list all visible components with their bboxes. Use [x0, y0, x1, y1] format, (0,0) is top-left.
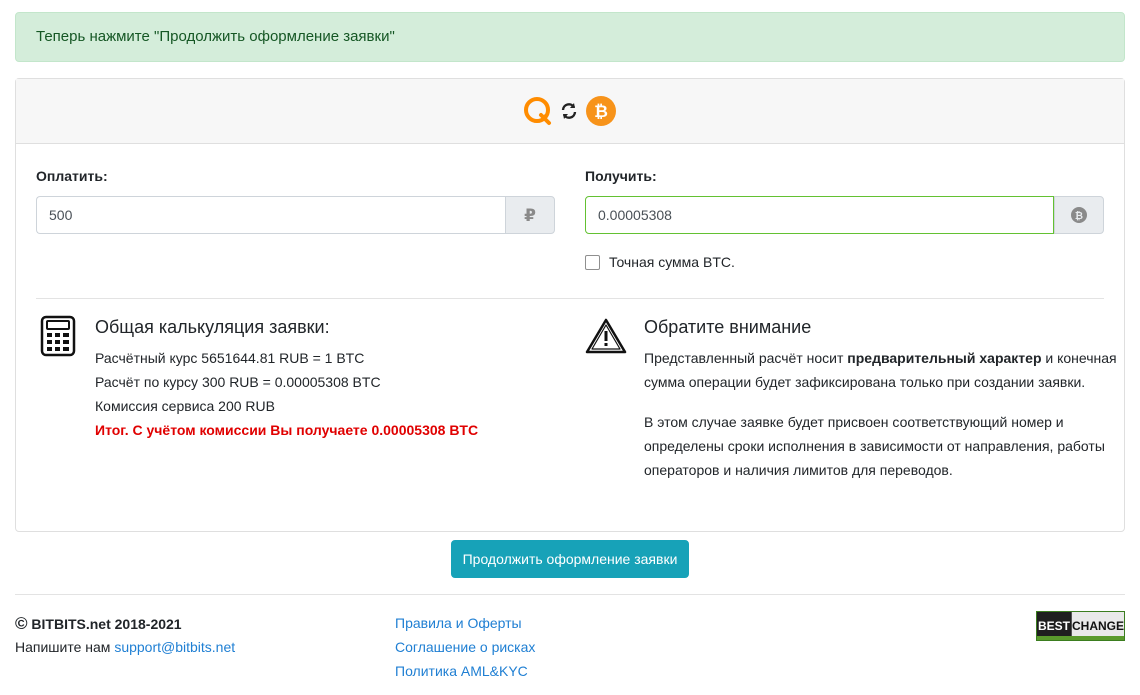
support-email-link[interactable]: support@bitbits.net [114, 639, 235, 655]
notice-p1-start: Представленный расчёт носит [644, 350, 848, 366]
write-us-label: Напишите нам [15, 639, 115, 655]
pay-input-group: ₽ [36, 196, 555, 234]
notice-p1-end: и конечная [1041, 350, 1117, 366]
qiwi-icon [523, 96, 553, 126]
calc-commission: Комиссия сервиса 200 RUB [95, 398, 275, 414]
notice-p1-line1: Представленный расчёт носит предваритель… [644, 350, 1117, 366]
bitcoin-addon-icon: ₿ [1054, 196, 1104, 234]
aml-kyc-link[interactable]: Политика AML&KYC [395, 663, 528, 679]
exact-amount-row[interactable]: Точная сумма BTC. [585, 254, 735, 270]
copyright-symbol: © [15, 614, 28, 633]
ruble-icon: ₽ [505, 196, 555, 234]
section-divider [36, 298, 1104, 299]
bestchange-strip [1037, 636, 1124, 640]
svg-text:₿: ₿ [594, 102, 608, 122]
bestchange-badge[interactable]: BEST CHANGE [1036, 611, 1125, 641]
write-us: Напишите нам support@bitbits.net [15, 639, 235, 655]
notice-title: Обратите внимание [644, 317, 812, 337]
notice-p1-line2: сумма операции будет зафиксирована тольк… [644, 374, 1086, 390]
calc-total: Итог. С учётом комиссии Вы получаете 0.0… [95, 422, 479, 438]
warning-icon [584, 317, 628, 358]
exact-amount-checkbox[interactable] [585, 254, 600, 270]
notice-p2-line2: определены сроки исполнения в зависимост… [644, 438, 1105, 454]
calculator-icon [40, 315, 76, 360]
refresh-icon[interactable] [559, 101, 579, 121]
copyright: © BITBITS.net 2018-2021 [15, 614, 182, 634]
success-alert: Теперь нажмите "Продолжить оформление за… [15, 12, 1125, 62]
calc-rate: Расчётный курс 5651644.81 RUB = 1 BTC [95, 350, 365, 366]
direction-header: ₿ [16, 79, 1124, 144]
notice-p1-bold: предварительный характер [847, 350, 1042, 366]
receive-amount-input[interactable] [585, 196, 1054, 234]
notice-p2-line1: В этом случае заявке будет присвоен соот… [644, 414, 1064, 430]
rules-link[interactable]: Правила и Оферты [395, 615, 522, 631]
bitcoin-icon: ₿ [585, 95, 617, 127]
alert-text: Теперь нажмите "Продолжить оформление за… [36, 28, 395, 45]
svg-text:₽: ₽ [524, 206, 536, 224]
receive-input-group: ₿ [585, 196, 1104, 234]
exchange-card: ₿ Оплатить: ₽ Получить: ₿ Точная сумма B… [15, 78, 1125, 532]
pay-amount-input[interactable] [36, 196, 505, 234]
calc-title: Общая калькуляция заявки: [95, 317, 330, 337]
exact-amount-label[interactable]: Точная сумма BTC. [609, 254, 735, 270]
risks-link[interactable]: Соглашение о рисках [395, 639, 535, 655]
footer-divider [15, 594, 1125, 595]
svg-text:₿: ₿ [1075, 210, 1083, 222]
continue-button[interactable]: Продолжить оформление заявки [451, 540, 689, 578]
receive-label: Получить: [585, 168, 657, 184]
copyright-text: BITBITS.net 2018-2021 [31, 616, 182, 632]
notice-p2-line3: операторов и наличия лимитов для перевод… [644, 462, 953, 478]
pay-label: Оплатить: [36, 168, 108, 184]
calc-by-rate: Расчёт по курсу 300 RUB = 0.00005308 BTC [95, 374, 381, 390]
